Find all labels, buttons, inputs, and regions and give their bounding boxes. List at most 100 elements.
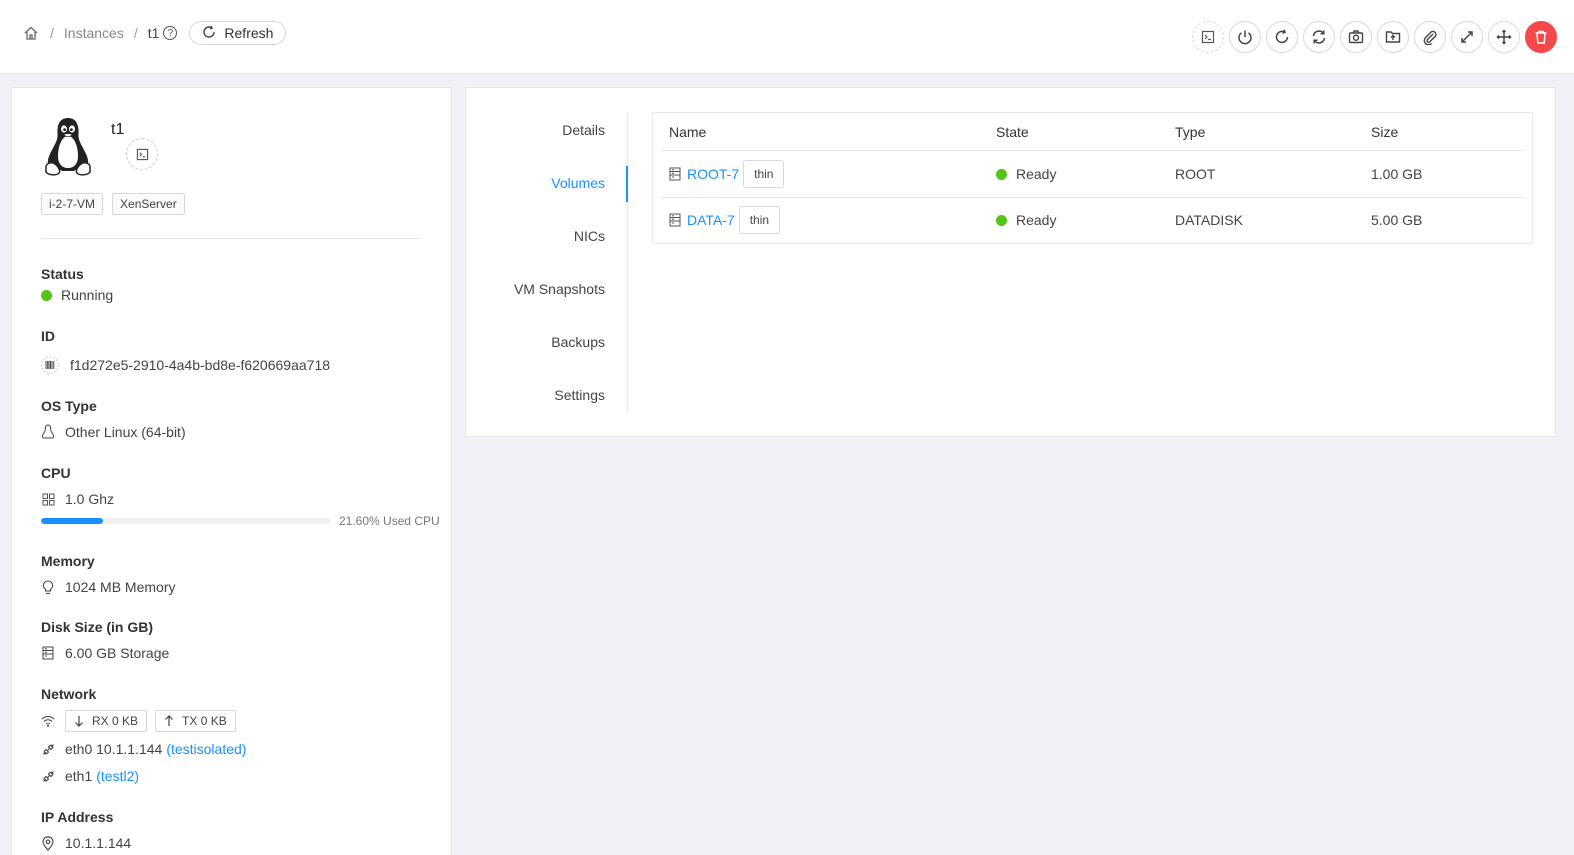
scale-button[interactable] bbox=[1451, 21, 1483, 53]
arrow-down-icon bbox=[74, 715, 84, 727]
table-row-name: DATA-7 thin bbox=[669, 205, 781, 235]
table-row-size: 1.00 GB bbox=[1371, 166, 1423, 182]
disk-size-text: 6.00 GB Storage bbox=[65, 645, 170, 661]
console-icon bbox=[136, 148, 148, 160]
status-label: Status bbox=[41, 266, 84, 282]
backup-button[interactable] bbox=[1377, 21, 1409, 53]
table-row-name: ROOT-7 thin bbox=[669, 159, 785, 189]
reinstall-icon bbox=[1312, 30, 1326, 44]
row-divider bbox=[661, 197, 1524, 198]
breadcrumb-instances[interactable]: Instances bbox=[64, 25, 124, 41]
home-icon[interactable] bbox=[22, 24, 40, 42]
breadcrumb-separator: / bbox=[133, 25, 138, 41]
reboot-button[interactable] bbox=[1266, 21, 1298, 53]
table-row-size: 5.00 GB bbox=[1371, 212, 1423, 228]
console-button[interactable] bbox=[1192, 21, 1224, 53]
tab-list: Details Volumes NICs VM Snapshots Backup… bbox=[466, 113, 628, 413]
delete-icon bbox=[1535, 30, 1547, 44]
volume-name-link[interactable]: ROOT-7 bbox=[687, 166, 739, 182]
tab-details[interactable]: Details bbox=[562, 122, 605, 138]
cpu-usage-fill bbox=[41, 518, 104, 524]
snapshot-button[interactable] bbox=[1340, 21, 1372, 53]
location-icon bbox=[41, 835, 55, 851]
attach-icon bbox=[1423, 30, 1437, 45]
volume-state: Ready bbox=[1016, 166, 1057, 182]
breadcrumb-current: t1 bbox=[147, 25, 160, 41]
instance-tag: i-2-7-VM bbox=[41, 193, 104, 215]
cpu-usage-bar bbox=[41, 518, 330, 524]
cpu-icon bbox=[41, 493, 55, 506]
help-icon[interactable]: ? bbox=[163, 26, 178, 40]
hypervisor-tag: XenServer bbox=[112, 193, 185, 215]
backup-icon bbox=[1385, 31, 1401, 43]
link-icon bbox=[41, 743, 55, 756]
barcode-icon[interactable] bbox=[41, 356, 59, 374]
column-header-size[interactable]: Size bbox=[1371, 124, 1398, 140]
refresh-icon bbox=[202, 25, 216, 42]
stop-button[interactable] bbox=[1229, 21, 1261, 53]
ip-address-label: IP Address bbox=[41, 809, 114, 825]
attach-iso-button[interactable] bbox=[1414, 21, 1446, 53]
os-type-value: Other Linux (64-bit) bbox=[41, 424, 186, 440]
ready-dot-icon bbox=[996, 214, 1007, 226]
nic-eth1-text: eth1 bbox=[65, 768, 93, 784]
nic-eth0-network-link[interactable]: (testisolated) bbox=[166, 741, 246, 757]
table-row-state: Ready bbox=[996, 159, 1056, 189]
instance-name: t1 bbox=[111, 121, 125, 138]
tx-tag: TX 0 KB bbox=[155, 710, 236, 732]
linux-icon bbox=[45, 118, 91, 176]
nic-eth0-text: eth0 10.1.1.144 bbox=[65, 741, 163, 757]
tab-vm-snapshots[interactable]: VM Snapshots bbox=[514, 281, 605, 297]
memory-label: Memory bbox=[41, 553, 95, 569]
status-dot-icon bbox=[41, 289, 52, 301]
provisioning-tag: thin bbox=[738, 206, 781, 234]
refresh-button[interactable]: Refresh bbox=[189, 21, 287, 45]
status-value: Running bbox=[41, 287, 113, 303]
volume-icon bbox=[669, 167, 681, 181]
tx-text: TX 0 KB bbox=[182, 714, 227, 728]
reinstall-button[interactable] bbox=[1303, 21, 1335, 53]
refresh-label: Refresh bbox=[224, 25, 274, 41]
cpu-value: 1.0 Ghz bbox=[41, 491, 114, 507]
tab-settings[interactable]: Settings bbox=[554, 387, 605, 403]
scale-icon bbox=[1461, 31, 1473, 43]
console-icon bbox=[1201, 30, 1215, 44]
column-header-type[interactable]: Type bbox=[1175, 124, 1205, 140]
tab-volumes[interactable]: Volumes bbox=[551, 175, 605, 191]
column-header-state[interactable]: State bbox=[996, 124, 1029, 140]
migrate-button[interactable] bbox=[1488, 21, 1520, 53]
volume-name-link[interactable]: DATA-7 bbox=[687, 212, 735, 228]
tab-backups[interactable]: Backups bbox=[551, 334, 605, 350]
table-row-type: DATADISK bbox=[1175, 212, 1243, 228]
console-button[interactable] bbox=[126, 138, 158, 170]
power-icon bbox=[1238, 30, 1252, 45]
nic-eth1: eth1 (testl2) bbox=[41, 768, 139, 784]
disk-size-label: Disk Size (in GB) bbox=[41, 619, 154, 635]
os-type-text: Other Linux (64-bit) bbox=[65, 424, 186, 440]
breadcrumb-separator: / bbox=[50, 25, 54, 41]
link-icon bbox=[41, 770, 55, 783]
instance-tabs-card: Details Volumes NICs VM Snapshots Backup… bbox=[465, 87, 1556, 437]
breadcrumb: / Instances / t1 ? Refresh bbox=[22, 21, 287, 45]
ip-address-value: 10.1.1.144 bbox=[41, 835, 131, 851]
wifi-icon bbox=[41, 715, 55, 727]
table-row-type: ROOT bbox=[1175, 166, 1216, 182]
arrow-up-icon bbox=[164, 715, 174, 727]
cpu-label: CPU bbox=[41, 465, 71, 481]
network-traffic: RX 0 KB TX 0 KB bbox=[41, 710, 244, 732]
table-row-state: Ready bbox=[996, 205, 1056, 235]
nic-eth0: eth0 10.1.1.144 (testisolated) bbox=[41, 741, 246, 757]
status-text: Running bbox=[61, 287, 114, 303]
disk-size-value: 6.00 GB Storage bbox=[41, 645, 169, 661]
reboot-icon bbox=[1275, 29, 1289, 44]
header-divider bbox=[661, 150, 1524, 151]
volumes-table: Name State Type Size ROOT-7 thin Ready R… bbox=[652, 112, 1533, 244]
column-header-name[interactable]: Name bbox=[669, 124, 706, 140]
tab-nics[interactable]: NICs bbox=[574, 228, 605, 244]
nic-eth1-network-link[interactable]: (testl2) bbox=[96, 768, 139, 784]
top-bar: / Instances / t1 ? Refresh bbox=[0, 0, 1574, 74]
migrate-icon bbox=[1496, 29, 1512, 45]
divider bbox=[41, 238, 422, 239]
delete-button[interactable] bbox=[1525, 21, 1557, 53]
memory-text: 1024 MB Memory bbox=[65, 579, 176, 595]
